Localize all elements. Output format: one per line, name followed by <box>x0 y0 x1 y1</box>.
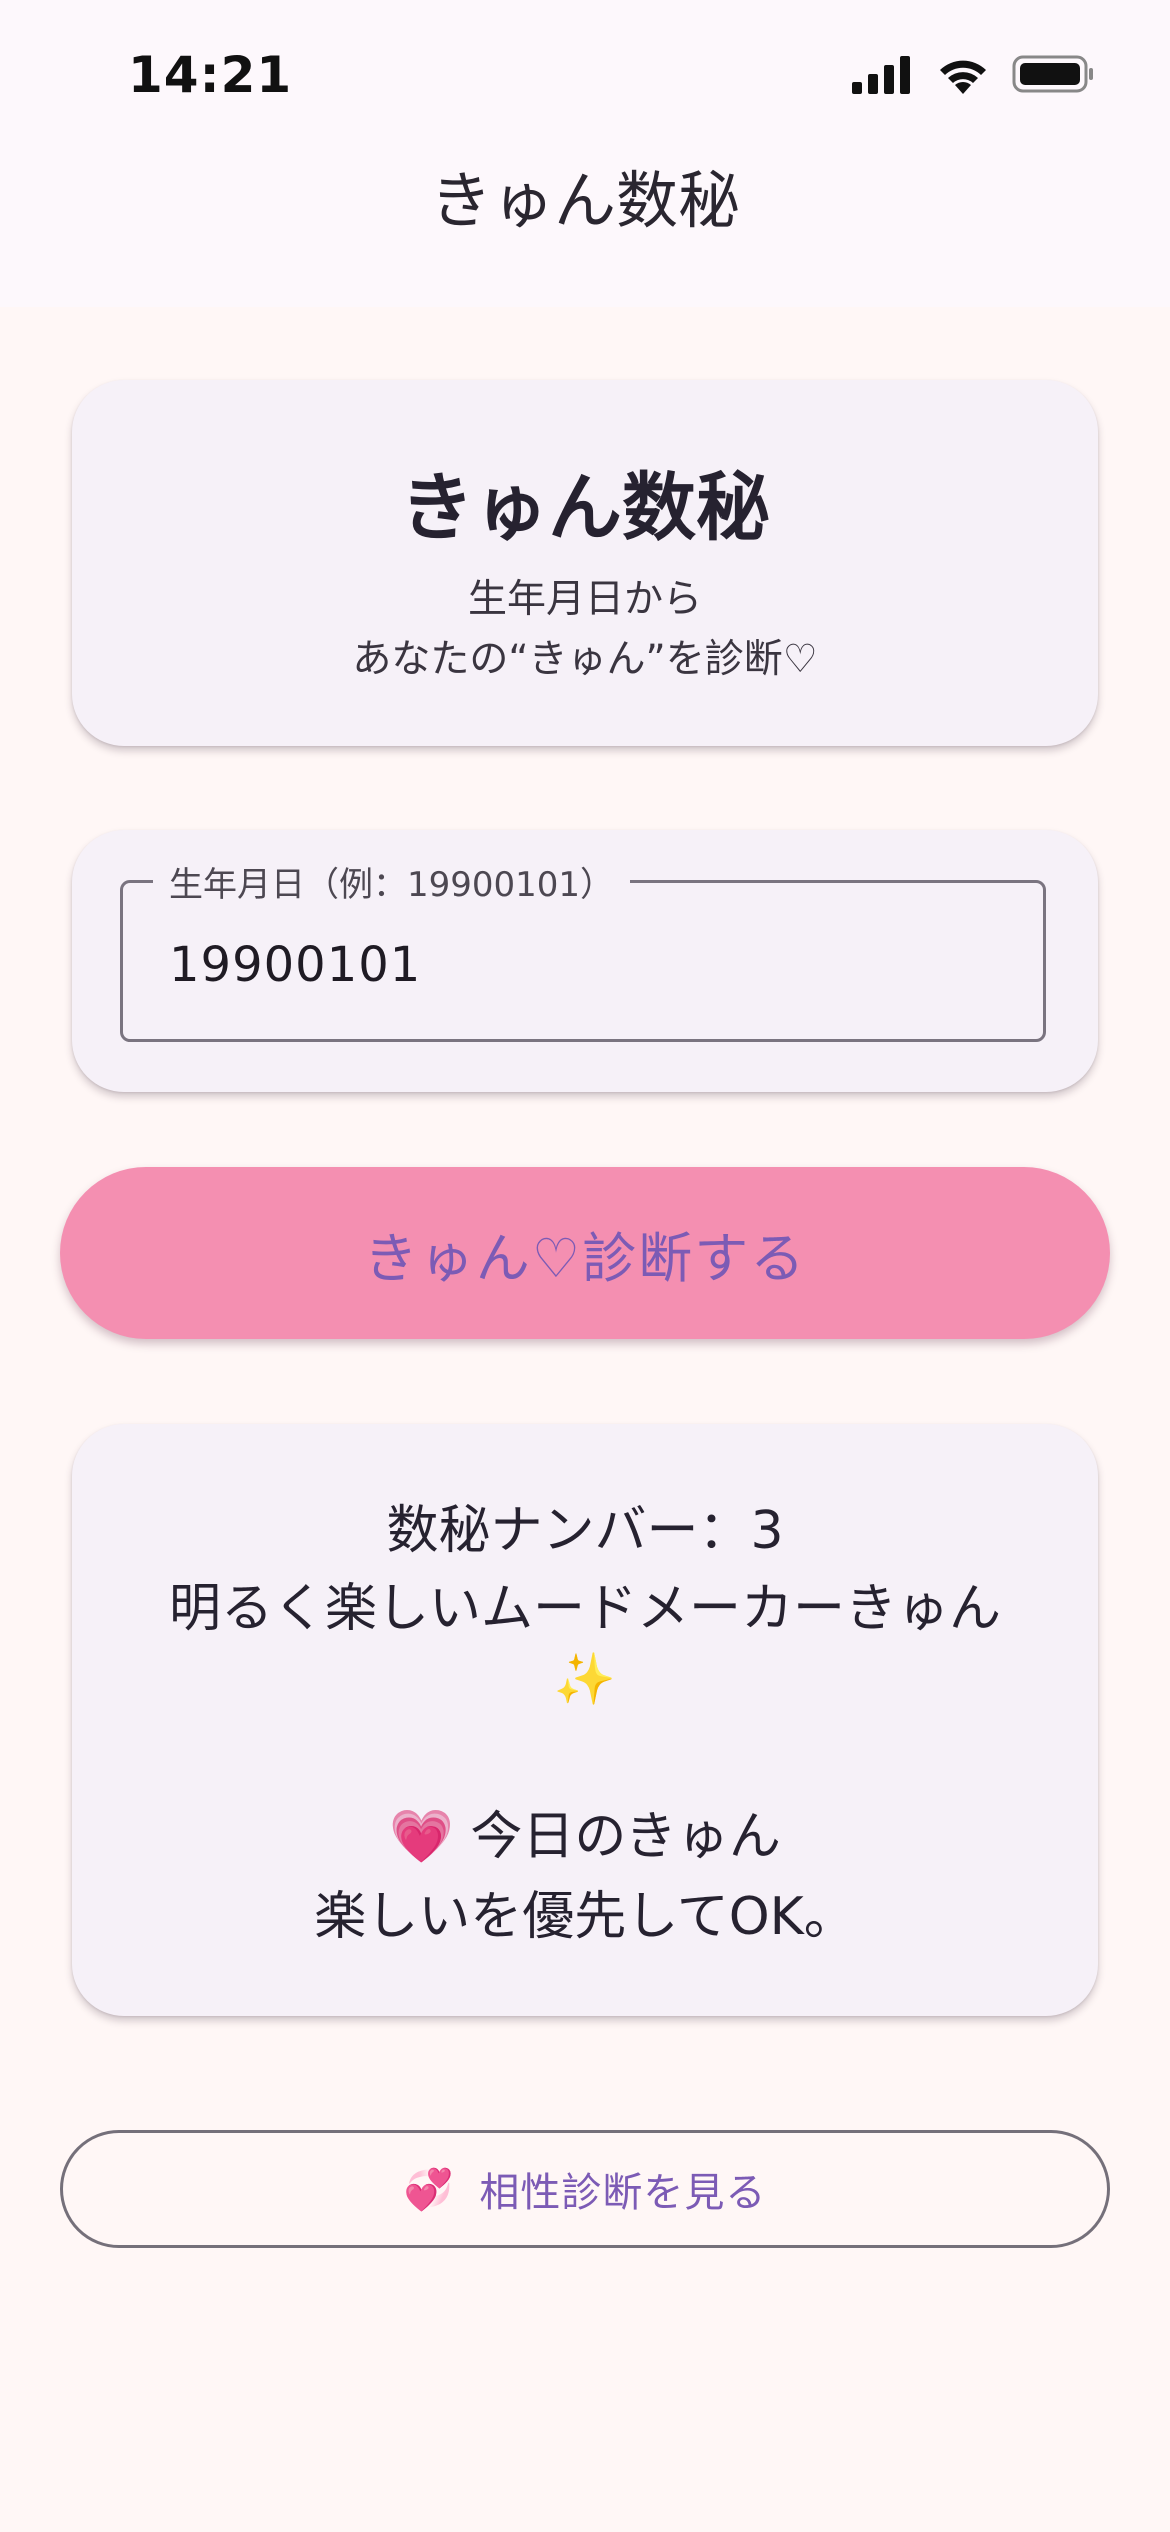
battery-icon <box>1012 55 1093 93</box>
status-time: 14:21 <box>128 46 293 104</box>
numerology-type: 明るく楽しいムードメーカーきゅん <box>168 1579 1001 1639</box>
cellular-signal-icon <box>852 56 910 94</box>
diagnose-button-label: きゅん♡診断する <box>363 1226 807 1290</box>
two-hearts-icon: 💞 <box>403 2166 454 2213</box>
header-subtitle-line2: あなたの“きゅん”を診断♡ <box>352 637 818 682</box>
status-icons <box>852 54 1094 94</box>
header-title: きゅん数秘 <box>400 465 770 551</box>
wifi-icon <box>940 60 986 94</box>
birthdate-field-label: 生年月日（例：19900101） <box>153 857 631 906</box>
birthdate-field[interactable]: 生年月日（例：19900101） 19900101 <box>120 857 1046 1042</box>
today-message: 楽しいを優先してOK。 <box>314 1887 856 1947</box>
compatibility-button-label: 相性診断を見る <box>479 2170 767 2216</box>
compatibility-button[interactable]: 💞 相性診断を見る <box>60 2130 1110 2248</box>
app-bar: きゅん数秘 <box>0 155 1170 307</box>
today-title-row: 💗 今日のきゅん <box>72 1794 1098 1869</box>
status-bar: 14:21 <box>0 0 1170 155</box>
heart-icon: 💗 <box>389 1807 454 1867</box>
diagnose-button[interactable]: きゅん♡診断する <box>60 1167 1110 1339</box>
header-subtitle-line1: 生年月日から <box>467 577 702 622</box>
result-card: 数秘ナンバー：3 明るく楽しいムードメーカーきゅん ✨ 💗 今日のきゅん 楽しい… <box>72 1424 1098 2016</box>
header-card: きゅん数秘 生年月日から あなたの“きゅん”を診断♡ <box>72 380 1098 746</box>
today-title: 今日のきゅん <box>470 1807 781 1867</box>
birthdate-field-value[interactable]: 19900101 <box>169 937 421 993</box>
sparkle-icon: ✨ <box>553 1650 617 1708</box>
numerology-number: 数秘ナンバー：3 <box>386 1501 784 1561</box>
birthdate-card: 生年月日（例：19900101） 19900101 <box>72 830 1098 1092</box>
app-bar-title: きゅん数秘 <box>429 164 740 237</box>
